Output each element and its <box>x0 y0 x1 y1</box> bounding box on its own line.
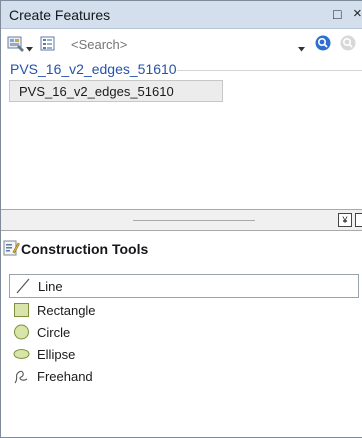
window-title: Create Features <box>9 7 111 23</box>
freehand-icon <box>13 368 31 387</box>
tool-circle[interactable]: Circle <box>9 321 362 343</box>
tool-label: Ellipse <box>37 347 76 362</box>
tool-label: Circle <box>37 325 71 340</box>
rectangle-icon <box>13 302 31 321</box>
circle-icon <box>13 324 31 343</box>
splitter-grip[interactable] <box>133 220 255 221</box>
tool-freehand[interactable]: Freehand <box>9 365 362 387</box>
group-divider <box>177 70 362 71</box>
tool-ellipse[interactable]: Ellipse <box>9 343 362 365</box>
view-options-icon[interactable] <box>39 35 57 56</box>
dropdown-arrow-icon[interactable] <box>26 40 33 55</box>
organize-templates-icon[interactable] <box>7 35 25 56</box>
template-item-label: PVS_16_v2_edges_51610 <box>19 84 174 99</box>
construction-tools-title: Construction Tools <box>21 241 149 257</box>
construction-tools-icon <box>3 240 20 260</box>
templates-toolbar <box>1 29 362 59</box>
create-features-window: Create Features □ × <Search> PVS_16_v2_e… <box>0 0 362 438</box>
search-dropdown-icon[interactable] <box>298 40 305 55</box>
line-icon <box>14 278 32 297</box>
tool-label: Line <box>38 279 63 294</box>
clear-search-icon[interactable] <box>339 34 357 55</box>
panel-splitter[interactable]: ¥ <box>1 209 362 231</box>
construction-tools-header: Construction Tools <box>1 231 362 265</box>
construction-tools-panel: Construction Tools Line Rectangle Circle <box>1 231 362 437</box>
auto-hide-button[interactable]: □ <box>333 6 341 22</box>
search-icon[interactable] <box>314 34 332 55</box>
expand-toggle-button[interactable] <box>355 213 362 227</box>
template-item[interactable]: PVS_16_v2_edges_51610 <box>9 80 223 102</box>
ellipse-icon <box>13 346 31 365</box>
template-group-header[interactable]: PVS_16_v2_edges_51610 <box>10 61 177 77</box>
collapse-toggle-button[interactable]: ¥ <box>338 213 352 227</box>
construction-tools-list: Line Rectangle Circle Ellipse Freehand <box>9 274 362 387</box>
tool-rectangle[interactable]: Rectangle <box>9 299 362 321</box>
tool-line[interactable]: Line <box>9 274 359 298</box>
template-search-input[interactable] <box>71 34 293 54</box>
title-bar: Create Features □ × <box>1 1 362 29</box>
close-button[interactable]: × <box>353 5 362 22</box>
tool-label: Rectangle <box>37 303 96 318</box>
tool-label: Freehand <box>37 369 93 384</box>
